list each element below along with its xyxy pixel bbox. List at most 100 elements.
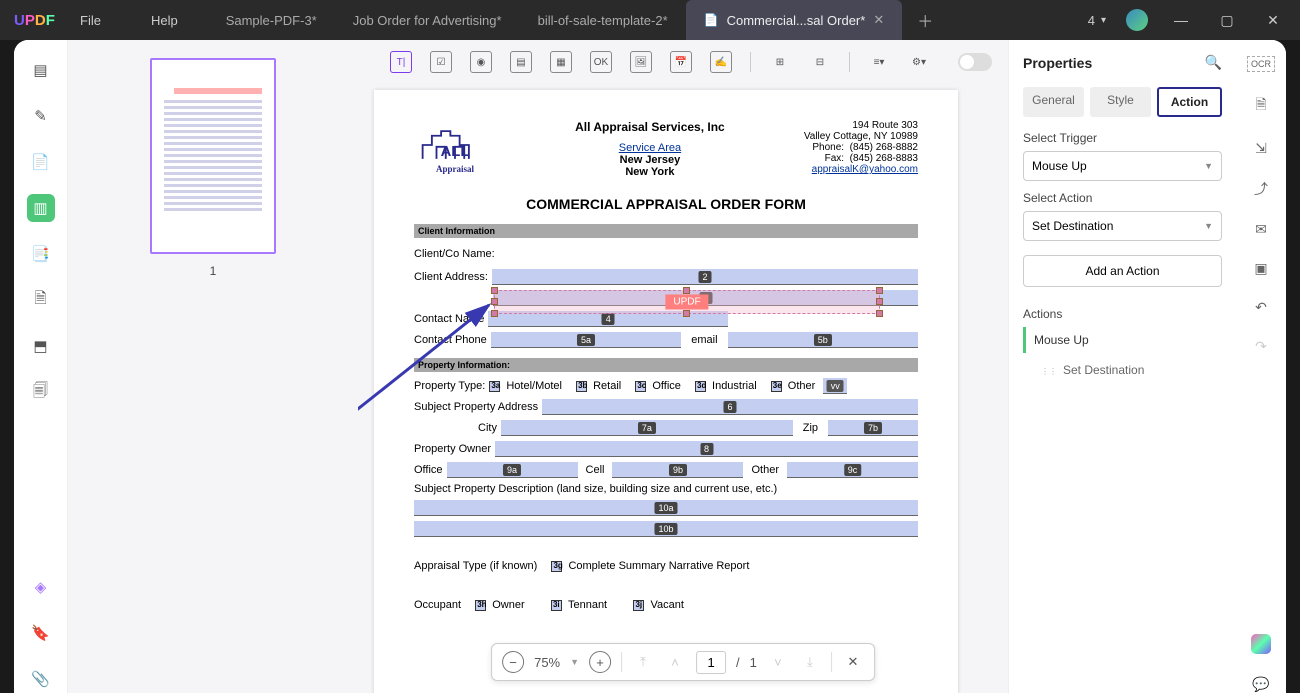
more-tool[interactable]: ⚙▾ [908, 51, 930, 73]
field-7a[interactable]: 7a [501, 420, 793, 436]
attachment-icon[interactable]: 📎 [27, 665, 55, 693]
action-item[interactable]: Mouse Up [1023, 327, 1222, 353]
actions-label: Actions [1023, 307, 1222, 321]
order-tool[interactable]: ≡▾ [868, 51, 890, 73]
field-5b[interactable]: 5b [728, 332, 918, 348]
search-icon[interactable]: 🔍 [1205, 54, 1222, 71]
field-9a[interactable]: 9a [447, 462, 578, 478]
cb-other[interactable]: 3e [771, 381, 782, 392]
close-button[interactable]: ✕ [1260, 12, 1286, 29]
tab-0[interactable]: Sample-PDF-3* [208, 0, 335, 40]
field-10b[interactable]: 10b [414, 521, 918, 537]
account-icon[interactable] [1126, 9, 1148, 31]
field-7b[interactable]: 7b [828, 420, 918, 436]
compress-icon[interactable]: ⇲ [1255, 140, 1267, 157]
company-logo: ALL Appraisal [414, 120, 496, 180]
chat-icon[interactable]: 💬 [1252, 676, 1269, 693]
close-footer-button[interactable]: ✕ [842, 651, 864, 673]
trigger-select[interactable]: Mouse Up▼ [1023, 151, 1222, 181]
crop-icon[interactable]: ⬒ [27, 332, 55, 360]
redo-icon[interactable]: ↷ [1255, 338, 1267, 355]
radio-tool[interactable]: ◉ [470, 51, 492, 73]
page-input[interactable] [696, 651, 726, 674]
field-5a[interactable]: 5a [491, 332, 681, 348]
field-9c[interactable]: 9c [787, 462, 918, 478]
checkbox-tool[interactable]: ☑ [430, 51, 452, 73]
tab-3[interactable]: 📄Commercial...sal Order*✕ [686, 0, 903, 40]
comment-icon[interactable]: ✎ [27, 102, 55, 130]
align-tool[interactable]: ⊞ [769, 51, 791, 73]
ocr-icon[interactable]: OCR [1247, 56, 1275, 72]
organize-icon[interactable]: 📑 [27, 240, 55, 268]
layers-icon[interactable]: ◈ [27, 573, 55, 601]
form-icon[interactable]: ▥ [27, 194, 55, 222]
tab-style[interactable]: Style [1090, 87, 1151, 117]
cb-vacant[interactable]: 3j [633, 600, 644, 611]
zoom-out-button[interactable]: − [502, 651, 524, 673]
zoom-level[interactable]: 75% [534, 655, 560, 670]
field-10a[interactable]: 10a [414, 500, 918, 516]
field-vv[interactable]: vv [823, 378, 847, 394]
undo-icon[interactable]: ↶ [1255, 299, 1267, 316]
ai-icon[interactable] [1251, 634, 1271, 654]
close-icon[interactable]: ✕ [873, 12, 884, 28]
bookmark-icon[interactable]: 🔖 [27, 619, 55, 647]
protect-icon[interactable]: 🗐 [27, 378, 55, 406]
minimize-button[interactable]: — [1168, 12, 1194, 28]
email-icon[interactable]: ✉ [1255, 221, 1267, 238]
tools-icon[interactable]: 🗎 [27, 286, 55, 314]
share-icon[interactable]: ⤴ [1254, 179, 1268, 199]
preview-toggle[interactable] [958, 53, 992, 71]
button-tool[interactable]: OK [590, 51, 612, 73]
tab-general[interactable]: General [1023, 87, 1084, 117]
last-page-button[interactable]: ⤓ [799, 651, 821, 673]
selected-field[interactable]: UPDF [494, 290, 880, 314]
list-tool[interactable]: ▤ [510, 51, 532, 73]
cb-owner[interactable]: 3h [475, 600, 486, 611]
next-page-button[interactable]: ˅ [767, 651, 789, 673]
cb-hotel[interactable]: 3a [489, 381, 500, 392]
tab-count[interactable]: 4▾ [1088, 13, 1106, 28]
maximize-button[interactable]: ▢ [1214, 12, 1240, 29]
tab-action[interactable]: Action [1157, 87, 1222, 117]
reader-icon[interactable]: ▤ [27, 56, 55, 84]
page-thumbnail-1[interactable] [150, 58, 276, 254]
field-2[interactable]: 2 [492, 269, 918, 285]
cb-apr[interactable]: 3g [551, 561, 562, 572]
text-field-tool[interactable]: T| [390, 51, 412, 73]
edit-icon[interactable]: 📄 [27, 148, 55, 176]
thumb-page-number: 1 [86, 264, 340, 278]
file-menu[interactable]: File [80, 13, 101, 28]
combo-tool[interactable]: ▦ [550, 51, 572, 73]
distribute-tool[interactable]: ⊟ [809, 51, 831, 73]
action-select[interactable]: Set Destination▼ [1023, 211, 1222, 241]
app-logo: UPDF [0, 12, 60, 29]
image-tool[interactable]: 🖼 [630, 51, 652, 73]
field-6[interactable]: 6 [542, 399, 918, 415]
page-total: 1 [750, 655, 757, 670]
cb-tennant[interactable]: 3i [551, 600, 562, 611]
cb-office[interactable]: 3c [635, 381, 646, 392]
zoom-in-button[interactable]: + [589, 651, 611, 673]
field-8[interactable]: 8 [495, 441, 918, 457]
add-action-button[interactable]: Add an Action [1023, 255, 1222, 287]
prev-page-button[interactable]: ˄ [664, 651, 686, 673]
field-9b[interactable]: 9b [612, 462, 743, 478]
tab-1[interactable]: Job Order for Advertising* [335, 0, 520, 40]
cb-industrial[interactable]: 3d [695, 381, 706, 392]
batch-icon[interactable]: ▣ [1254, 260, 1267, 277]
tab-2[interactable]: bill-of-sale-template-2* [520, 0, 686, 40]
cb-retail[interactable]: 3b [576, 381, 587, 392]
new-tab-button[interactable]: ＋ [917, 8, 933, 32]
company-name: All Appraisal Services, Inc [508, 120, 792, 134]
first-page-button[interactable]: ⤒ [632, 651, 654, 673]
action-sub-item[interactable]: Set Destination [1023, 359, 1222, 381]
signature-tool[interactable]: ✍ [710, 51, 732, 73]
field-placeholder: UPDF [665, 295, 708, 310]
file-icon: 📄 [704, 13, 719, 27]
convert-icon[interactable]: 🗎 [1255, 94, 1266, 118]
pdf-page: ALL Appraisal All Appraisal Services, In… [374, 90, 958, 693]
date-tool[interactable]: 📅 [670, 51, 692, 73]
help-menu[interactable]: Help [151, 13, 178, 28]
section-client: Client Information [414, 224, 918, 238]
